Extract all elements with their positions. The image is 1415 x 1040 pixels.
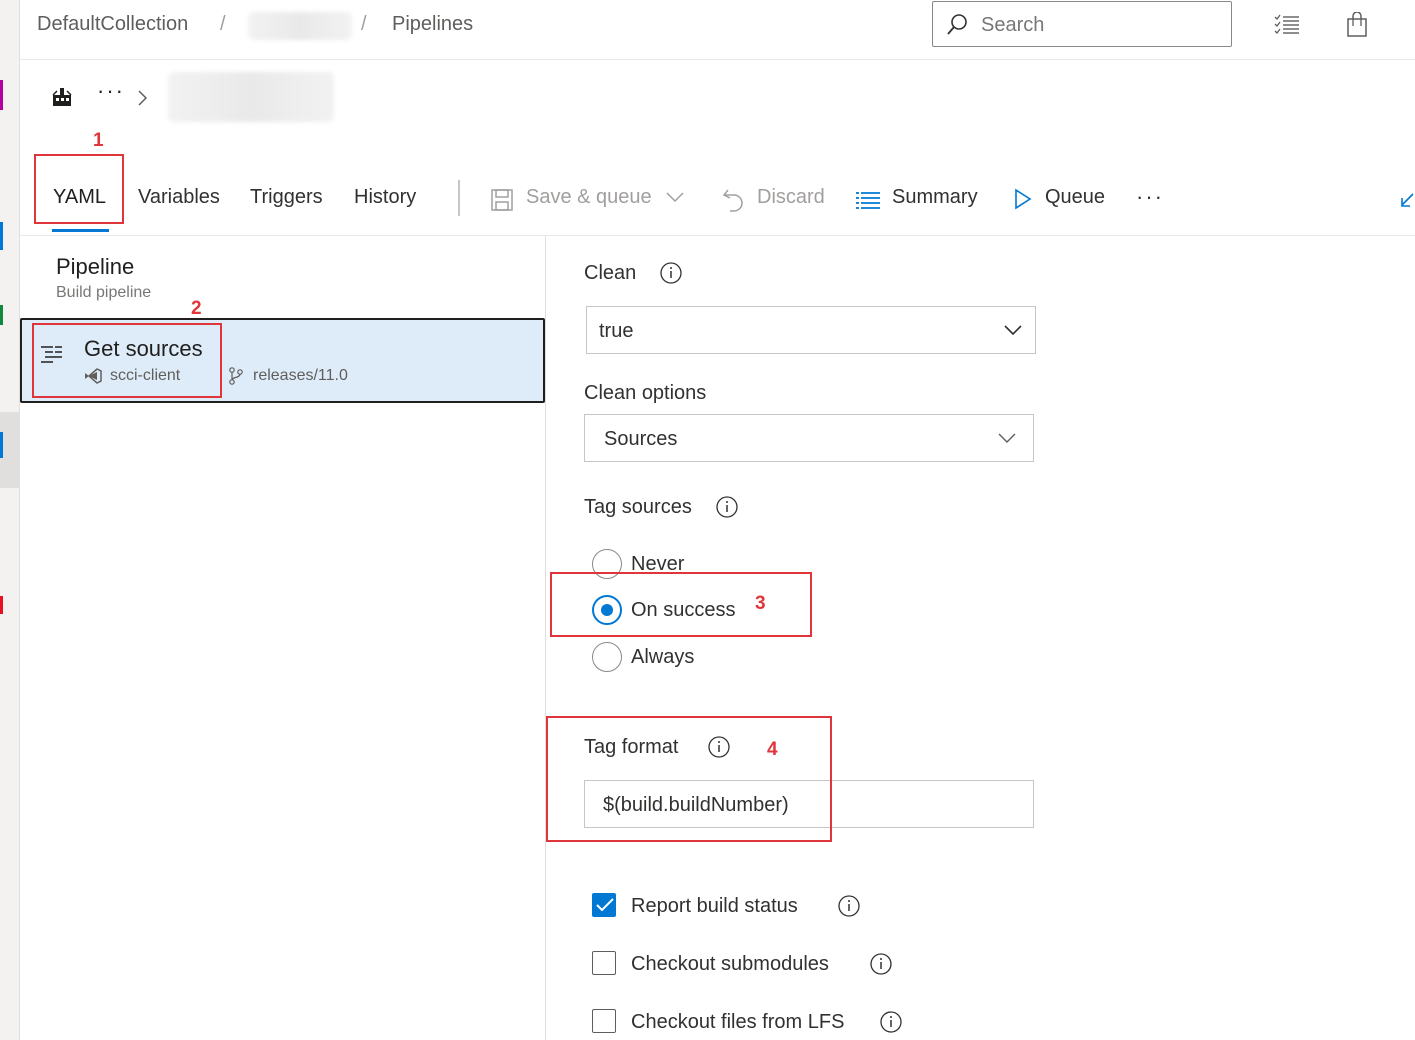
report-build-status-checkbox[interactable] (592, 893, 616, 917)
shopping-bag-icon[interactable] (1346, 12, 1368, 38)
chevron-down-icon (666, 192, 684, 203)
annotation-box-4 (546, 716, 832, 842)
breadcrumb-separator: / (220, 13, 226, 35)
queue-label: Queue (1045, 186, 1106, 208)
left-nav-rail (0, 0, 20, 1040)
search-box[interactable]: Search (932, 1, 1232, 47)
checkout-submodules-checkbox[interactable] (592, 951, 616, 975)
breadcrumb-pipelines[interactable]: Pipelines (392, 13, 473, 36)
undo-icon (722, 189, 743, 212)
chevron-right-icon (138, 90, 148, 106)
more-actions-button[interactable]: ··· (1136, 184, 1164, 210)
chevron-down-icon (1004, 325, 1022, 336)
tag-sources-label: Tag sources (584, 496, 692, 518)
collapse-arrow-icon[interactable] (1399, 190, 1415, 210)
task-list-icon[interactable] (1273, 12, 1301, 38)
radio-always-label: Always (631, 646, 695, 668)
clean-dropdown[interactable]: true (586, 306, 1036, 354)
annotation-number-2: 2 (191, 298, 202, 319)
build-pipeline-icon (52, 88, 72, 106)
branch-name: releases/11.0 (253, 367, 348, 384)
more-breadcrumb-button[interactable]: ··· (97, 78, 125, 104)
checkout-lfs-label: Checkout files from LFS (631, 1011, 845, 1033)
redacted-project-name (248, 12, 352, 40)
chevron-down-icon (998, 433, 1016, 443)
rail-marker (0, 222, 3, 250)
toolbar-divider (458, 180, 460, 216)
search-placeholder: Search (981, 14, 1045, 36)
summary-label: Summary (892, 186, 978, 208)
clean-options-dropdown[interactable]: Sources (584, 414, 1034, 462)
tab-variables[interactable]: Variables (138, 186, 220, 209)
clean-options-value: Sources (604, 428, 678, 450)
search-icon (947, 14, 967, 35)
info-icon[interactable] (870, 953, 892, 975)
pipeline-heading[interactable]: Pipeline (56, 254, 134, 280)
save-and-queue-label: Save & queue (526, 186, 652, 208)
redacted-pipeline-name (168, 72, 334, 122)
rail-marker (0, 305, 3, 325)
info-icon[interactable] (716, 496, 738, 518)
breadcrumb-separator: / (361, 13, 367, 35)
annotation-number-1: 1 (93, 130, 104, 151)
info-icon[interactable] (880, 1011, 902, 1033)
annotation-box-3 (550, 572, 812, 637)
rail-marker (0, 596, 3, 614)
checkout-lfs-checkbox[interactable] (592, 1009, 616, 1033)
report-build-status-label: Report build status (631, 895, 798, 917)
annotation-number-4: 4 (767, 739, 778, 760)
breadcrumb-collection[interactable]: DefaultCollection (37, 13, 188, 36)
active-tab-indicator (52, 229, 109, 232)
summary-list-icon (856, 192, 880, 209)
annotation-number-3: 3 (755, 593, 766, 614)
pipeline-subheading: Build pipeline (56, 284, 152, 301)
info-icon[interactable] (660, 262, 682, 284)
clean-value: true (599, 320, 634, 342)
rail-selected-item[interactable] (0, 412, 20, 488)
discard-label: Discard (757, 186, 825, 208)
rail-marker (0, 432, 3, 458)
clean-label: Clean (584, 262, 637, 284)
pipeline-title-row: ··· (20, 62, 1415, 132)
tab-history[interactable]: History (354, 186, 416, 209)
checkout-submodules-label: Checkout submodules (631, 953, 829, 975)
tab-triggers[interactable]: Triggers (250, 186, 323, 209)
clean-options-label: Clean options (584, 382, 707, 404)
branch-icon (229, 367, 243, 385)
checkmark-icon (596, 898, 614, 912)
annotation-box-1 (34, 154, 124, 224)
rail-marker (0, 80, 3, 110)
save-icon (491, 189, 513, 211)
radio-always[interactable] (592, 642, 622, 672)
top-header: DefaultCollection / / Pipelines Search (20, 0, 1415, 60)
info-icon[interactable] (838, 895, 860, 917)
annotation-box-2 (32, 323, 222, 398)
play-icon (1015, 188, 1032, 210)
